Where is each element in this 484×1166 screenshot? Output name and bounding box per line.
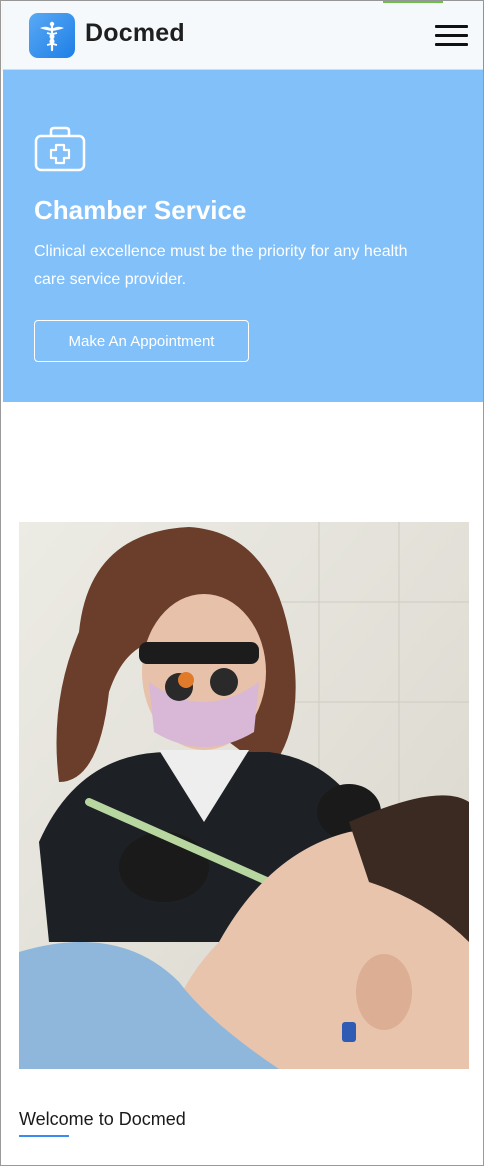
medical-kit-icon xyxy=(34,126,86,172)
make-appointment-button[interactable]: Make An Appointment xyxy=(34,320,249,362)
welcome-underline xyxy=(19,1135,69,1137)
hero-description: Clinical excellence must be the priority… xyxy=(34,243,408,288)
top-navbar: Docmed xyxy=(3,1,483,70)
dentist-treating-patient-photo xyxy=(19,522,469,1069)
top-accent-strip xyxy=(383,1,443,3)
hamburger-menu-icon[interactable] xyxy=(435,25,468,47)
welcome-heading: Welcome to Docmed xyxy=(19,1109,186,1129)
caduceus-icon[interactable] xyxy=(29,13,75,58)
hero-title: Chamber Service xyxy=(34,195,247,225)
hero-section: Chamber Service Clinical excellence must… xyxy=(3,70,483,402)
brand-name[interactable]: Docmed xyxy=(85,19,185,48)
